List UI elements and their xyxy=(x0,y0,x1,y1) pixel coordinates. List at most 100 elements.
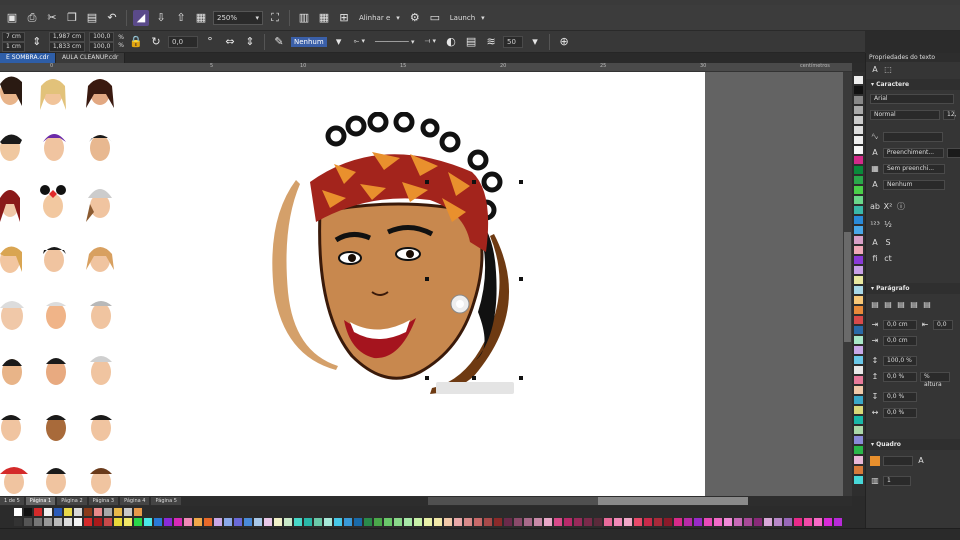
face-thumb[interactable] xyxy=(86,79,114,108)
start-arrowhead-dropdown[interactable]: ⟜ ▾ xyxy=(351,35,368,49)
selection-handle[interactable] xyxy=(425,376,429,380)
color-swatch[interactable] xyxy=(454,518,462,526)
align-dropdown[interactable]: Alinhar e ▾ xyxy=(356,11,403,25)
left-indent-field[interactable]: 0,0 cm xyxy=(883,336,917,346)
tab-sombra[interactable]: E SOMBRA.cdr xyxy=(0,53,56,63)
color-swatch[interactable] xyxy=(124,518,132,526)
color-swatch[interactable] xyxy=(854,236,863,244)
color-swatch[interactable] xyxy=(694,518,702,526)
show-rulers-icon[interactable]: ▥ xyxy=(296,10,312,26)
color-swatch[interactable] xyxy=(854,476,863,484)
scroll-thumb[interactable] xyxy=(428,497,598,505)
lock-ratio-icon[interactable]: ⇕ xyxy=(29,34,45,50)
face-thumb[interactable] xyxy=(2,359,22,385)
drawing-canvas[interactable] xyxy=(0,72,852,496)
tab-aula-cleanup[interactable]: AULA CLEANUP.cdr xyxy=(55,53,126,63)
page-tab-4[interactable]: Página 4 xyxy=(120,497,150,505)
color-swatch[interactable] xyxy=(654,518,662,526)
face-thumb[interactable] xyxy=(46,302,66,329)
color-swatch[interactable] xyxy=(164,518,172,526)
color-swatch[interactable] xyxy=(464,518,472,526)
color-swatch[interactable] xyxy=(854,206,863,214)
outline-width-select[interactable]: Nenhum xyxy=(291,36,327,47)
face-thumb[interactable] xyxy=(89,135,112,161)
color-swatch[interactable] xyxy=(394,518,402,526)
chevron-down-icon[interactable]: ▾ xyxy=(331,34,347,50)
application-launcher-icon[interactable]: ▭ xyxy=(427,10,443,26)
face-thumb[interactable] xyxy=(40,79,66,110)
color-swatch[interactable] xyxy=(854,146,863,154)
page-tab-2[interactable]: Página 2 xyxy=(57,497,87,505)
color-swatch[interactable] xyxy=(854,366,863,374)
color-swatch[interactable] xyxy=(304,518,312,526)
wrap-text-icon[interactable]: ▤ xyxy=(463,34,479,50)
color-swatch[interactable] xyxy=(384,518,392,526)
color-swatch[interactable] xyxy=(854,466,863,474)
color-swatch[interactable] xyxy=(854,406,863,414)
color-swatch[interactable] xyxy=(854,436,863,444)
color-swatch[interactable] xyxy=(794,518,802,526)
color-swatch[interactable] xyxy=(504,518,512,526)
fill-type-select[interactable]: Preenchiment... xyxy=(882,148,945,158)
color-swatch[interactable] xyxy=(34,508,42,516)
color-swatch[interactable] xyxy=(94,508,102,516)
color-swatch[interactable] xyxy=(94,518,102,526)
space-before-field[interactable]: 0,0 % xyxy=(883,372,917,382)
color-swatch[interactable] xyxy=(854,216,863,224)
fill-color-swatch[interactable] xyxy=(947,148,960,158)
options-gear-icon[interactable]: ⚙ xyxy=(407,10,423,26)
frame-tab-icon[interactable]: ⬚ xyxy=(883,65,893,75)
chevron-down-icon[interactable]: ▾ xyxy=(527,34,543,50)
color-swatch[interactable] xyxy=(84,518,92,526)
color-swatch[interactable] xyxy=(854,326,863,334)
color-swatch[interactable] xyxy=(854,446,863,454)
all-caps-icon[interactable]: A xyxy=(870,238,880,248)
paste-icon[interactable]: ▤ xyxy=(84,10,100,26)
color-swatch[interactable] xyxy=(854,286,863,294)
smoothing-field[interactable]: 50 xyxy=(503,35,524,48)
new-document-icon[interactable]: ▣ xyxy=(4,10,20,26)
full-screen-icon[interactable]: ⛶ xyxy=(267,10,283,26)
color-swatch[interactable] xyxy=(644,518,652,526)
color-swatch[interactable] xyxy=(674,518,682,526)
color-swatch[interactable] xyxy=(14,508,22,516)
line-style-dropdown[interactable]: ──────── ▾ xyxy=(372,35,417,49)
color-swatch[interactable] xyxy=(74,508,82,516)
rotation-angle-field[interactable]: 0,0 xyxy=(168,35,198,48)
frame-fill-select[interactable] xyxy=(883,456,913,466)
color-swatch[interactable] xyxy=(854,106,863,114)
desktop-area[interactable] xyxy=(705,72,852,496)
color-swatch[interactable] xyxy=(104,518,112,526)
color-swatch[interactable] xyxy=(774,518,782,526)
color-swatch[interactable] xyxy=(274,518,282,526)
selection-handle[interactable] xyxy=(519,277,523,281)
copy-icon[interactable]: ❐ xyxy=(64,10,80,26)
color-swatch[interactable] xyxy=(174,518,182,526)
color-swatch[interactable] xyxy=(664,518,672,526)
face-thumb[interactable] xyxy=(0,301,24,330)
line-spacing-unit-select[interactable]: % altura xyxy=(920,372,950,388)
ligature-icon[interactable]: fi xyxy=(870,254,880,264)
export-icon[interactable]: ⇧ xyxy=(173,10,189,26)
frame-section-header[interactable]: ▾ Quadro xyxy=(866,439,960,450)
page-tab-3[interactable]: Página 3 xyxy=(88,497,119,505)
undo-icon[interactable]: ↶ xyxy=(104,10,120,26)
print-icon[interactable]: ⎙ xyxy=(24,10,40,26)
color-swatch[interactable] xyxy=(514,518,522,526)
launch-dropdown[interactable]: Launch ▾ xyxy=(447,11,488,25)
color-swatch[interactable] xyxy=(84,508,92,516)
face-thumb[interactable] xyxy=(0,246,22,273)
color-swatch[interactable] xyxy=(614,518,622,526)
color-swatch[interactable] xyxy=(854,386,863,394)
color-swatch[interactable] xyxy=(584,518,592,526)
color-swatch[interactable] xyxy=(24,508,32,516)
color-swatch[interactable] xyxy=(834,518,842,526)
color-swatch[interactable] xyxy=(854,356,863,364)
color-swatch[interactable] xyxy=(184,518,192,526)
color-swatch[interactable] xyxy=(54,508,62,516)
caricature-thumbnails[interactable] xyxy=(0,72,130,496)
color-swatch[interactable] xyxy=(854,176,863,184)
align-justify-icon[interactable]: ▤ xyxy=(922,300,932,310)
vertical-scrollbar[interactable] xyxy=(843,72,852,496)
face-thumb[interactable] xyxy=(90,415,112,441)
